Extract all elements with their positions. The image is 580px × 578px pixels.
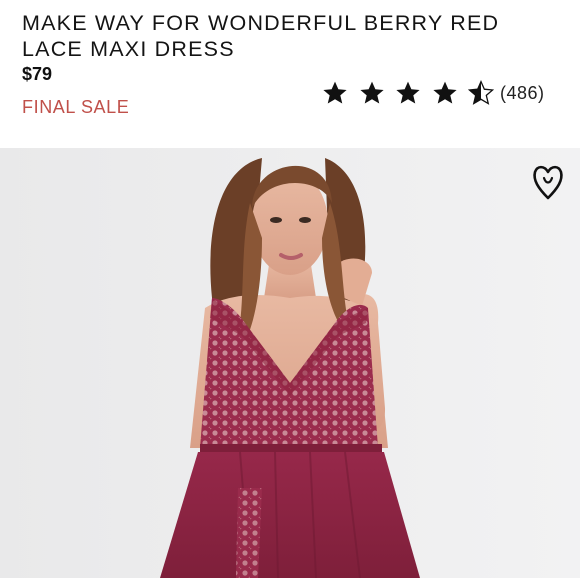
product-header: MAKE WAY FOR WONDERFUL BERRY RED LACE MA… xyxy=(0,0,580,148)
star-icon xyxy=(432,81,457,104)
star-half-icon xyxy=(468,80,494,105)
product-photo[interactable] xyxy=(0,148,580,578)
star-icon xyxy=(359,81,384,104)
product-price: $79 xyxy=(22,64,53,84)
product-title: MAKE WAY FOR WONDERFUL BERRY RED LACE MA… xyxy=(22,11,500,61)
review-count[interactable]: (486) xyxy=(500,83,545,104)
model-illustration xyxy=(0,148,580,578)
star-icon xyxy=(396,81,420,104)
rating[interactable]: (486) xyxy=(322,80,545,106)
final-sale-label: FINAL SALE xyxy=(22,97,130,117)
star-icon xyxy=(323,81,347,104)
rating-stars xyxy=(322,80,500,106)
heart-outline-icon[interactable] xyxy=(530,160,566,204)
